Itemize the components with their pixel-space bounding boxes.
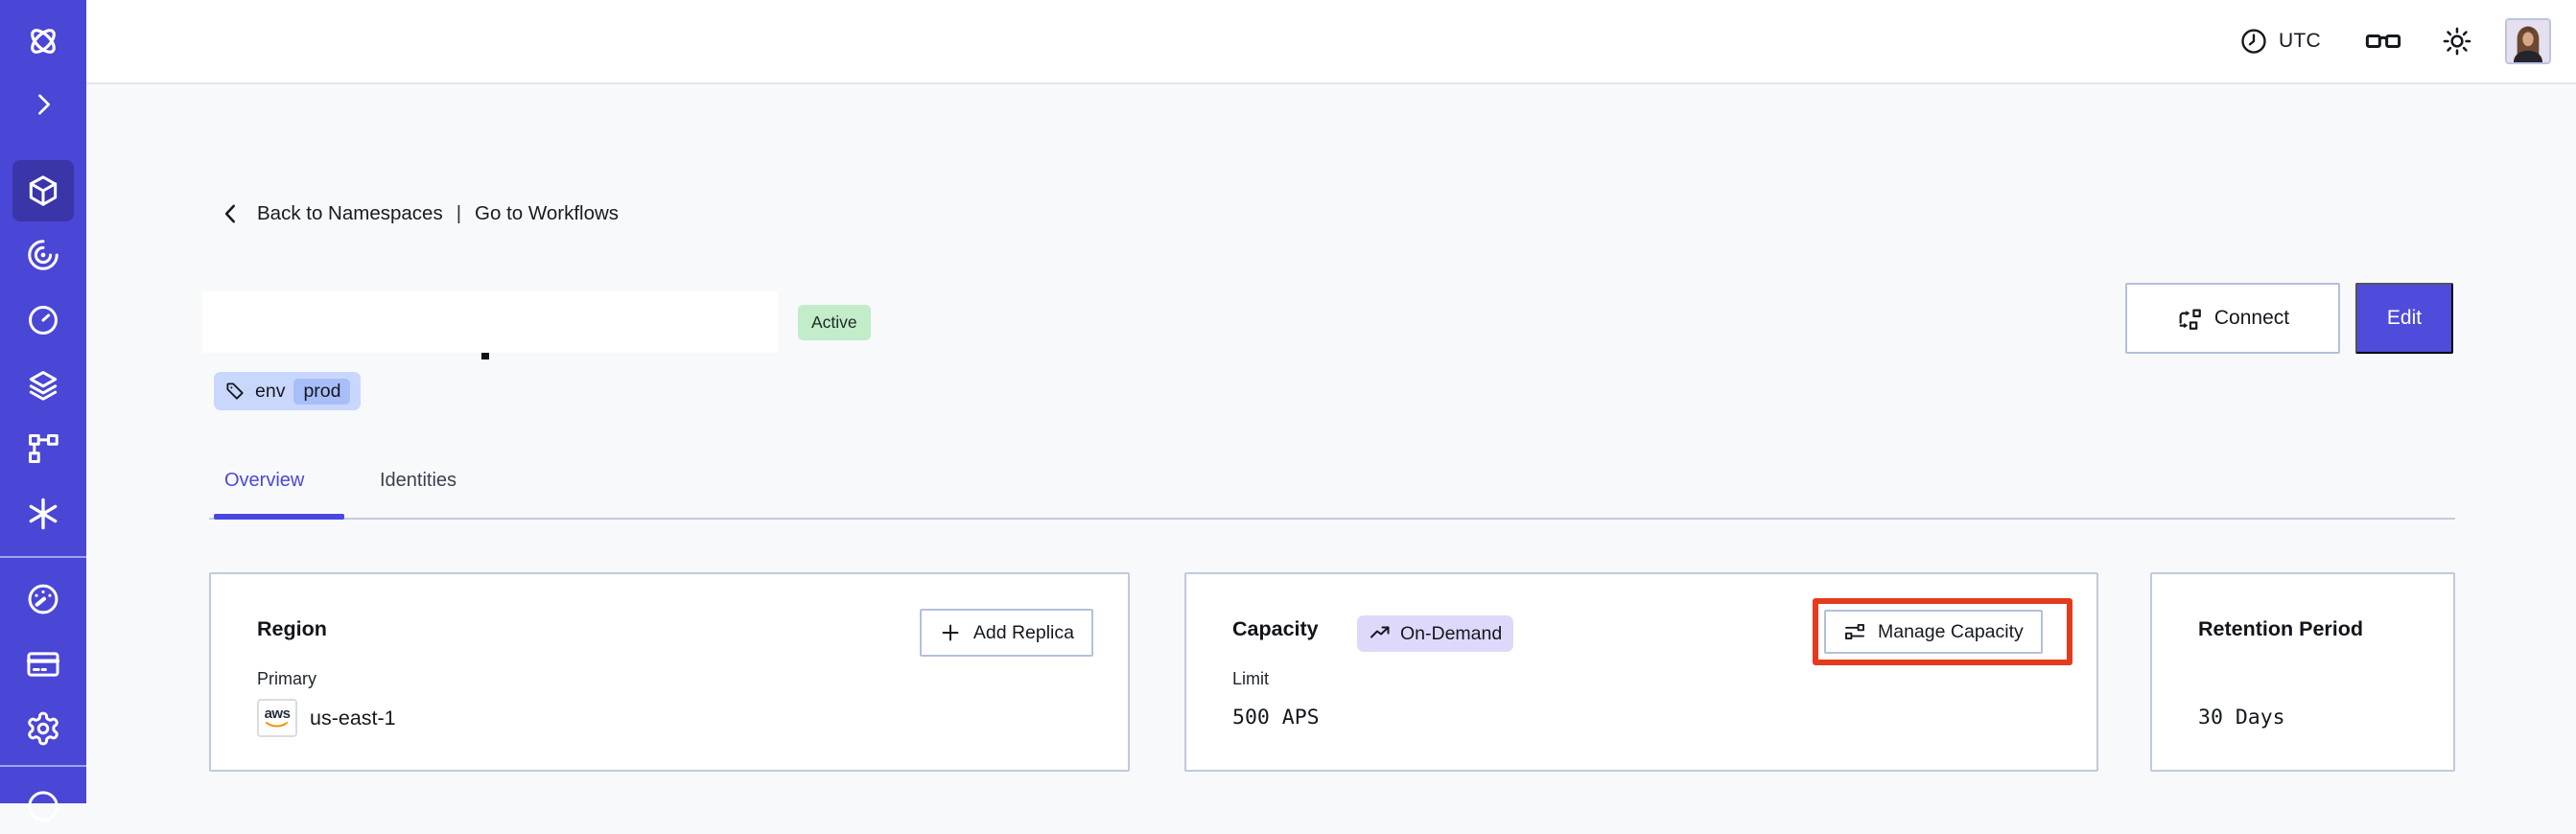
retention-card-title: Retention Period <box>2198 617 2364 640</box>
timezone-label: UTC <box>2278 30 2321 52</box>
temporal-logo-icon[interactable] <box>12 11 74 72</box>
tag-icon <box>226 382 244 400</box>
region-value-row: aws us-east-1 <box>257 699 396 737</box>
edit-button-label: Edit <box>2386 307 2423 329</box>
back-to-namespaces-link[interactable]: Back to Namespaces <box>257 202 443 225</box>
sidebar-divider <box>0 765 86 767</box>
sidebar-item-support globe-icon[interactable] <box>12 773 74 834</box>
tabs-divider <box>209 518 2455 520</box>
tag-key: env <box>255 380 286 402</box>
plus-icon <box>942 624 959 641</box>
sidebar-item-schedules clock-icon[interactable] <box>12 290 74 351</box>
aws-logo: aws <box>257 699 297 737</box>
namespace-detail-page: Back to Namespaces | Go to Workflows Act… <box>86 84 2576 803</box>
sidebar <box>0 0 86 822</box>
go-to-workflows-link[interactable]: Go to Workflows <box>475 202 619 225</box>
status-badge: Active <box>798 305 871 340</box>
sliders-icon <box>1845 623 1864 640</box>
sidebar-item-usage gauge-icon[interactable] <box>12 568 74 630</box>
tag-value-chip: prod <box>293 378 351 405</box>
namespace-title-redacted <box>202 291 778 353</box>
add-replica-button[interactable]: Add Replica <box>919 609 1093 657</box>
capacity-value: 500 APS <box>1232 706 1320 730</box>
sidebar-item-namespaces cube-icon[interactable] <box>12 160 74 221</box>
theme-sun-icon[interactable] <box>2442 26 2472 57</box>
namespace-tag: env prod <box>214 372 362 410</box>
chevron-left-icon[interactable] <box>219 201 244 226</box>
edit-button[interactable]: Edit <box>2355 283 2453 354</box>
topbar: UTC <box>86 0 2576 84</box>
clock-icon <box>2241 29 2266 54</box>
retention-value: 30 Days <box>2198 706 2285 730</box>
sidebar-item-nexus asterisk-icon[interactable] <box>12 483 74 544</box>
redaction-artifact <box>481 353 489 359</box>
region-card-title: Region <box>257 617 327 640</box>
retention-period-card: Retention Period 30 Days <box>2150 572 2455 772</box>
trending-up-icon <box>1370 626 1390 638</box>
on-demand-label: On-Demand <box>1400 622 1503 644</box>
sidebar-divider <box>0 556 86 558</box>
sidebar-item-billing credit-card-icon[interactable] <box>12 634 74 695</box>
breadcrumb-separator: | <box>456 202 462 224</box>
region-primary-label: Primary <box>257 669 316 688</box>
user-avatar[interactable] <box>2505 18 2551 64</box>
on-demand-badge: On-Demand <box>1357 615 1514 652</box>
breadcrumb: Back to Namespaces | Go to Workflows <box>219 197 619 230</box>
labs-glasses-icon[interactable] <box>2365 27 2401 56</box>
capacity-card-title: Capacity <box>1232 617 1319 640</box>
aws-smile-icon <box>266 721 289 727</box>
tab-overview[interactable]: Overview <box>224 470 304 492</box>
sidebar-item-settings gear-icon[interactable] <box>12 698 74 759</box>
aws-logo-text: aws <box>264 705 291 722</box>
manage-capacity-label: Manage Capacity <box>1878 620 2024 642</box>
region-card: Region Add Replica Primary aws us-east-1 <box>209 572 1130 772</box>
manage-capacity-button[interactable]: Manage Capacity <box>1824 610 2043 654</box>
connect-button[interactable]: Connect <box>2125 283 2340 354</box>
add-replica-label: Add Replica <box>972 621 1074 643</box>
region-value: us-east-1 <box>310 706 396 730</box>
capacity-card: Capacity On-Demand Manage Capacity Limit… <box>1184 572 2098 772</box>
tab-active-indicator <box>214 514 344 520</box>
connect-icon <box>2179 309 2201 330</box>
timezone-selector[interactable]: UTC <box>2239 27 2321 56</box>
sidebar-item-deployments layers-icon[interactable] <box>12 355 74 416</box>
sidebar-item-workflows spiral-icon[interactable] <box>12 224 74 286</box>
sidebar-item-batch branch-icon[interactable] <box>12 418 74 479</box>
sidebar-expand-chevron-icon[interactable] <box>12 74 74 135</box>
connect-button-label: Connect <box>2213 307 2290 329</box>
capacity-limit-label: Limit <box>1232 669 1270 688</box>
tab-identities[interactable]: Identities <box>380 470 457 492</box>
